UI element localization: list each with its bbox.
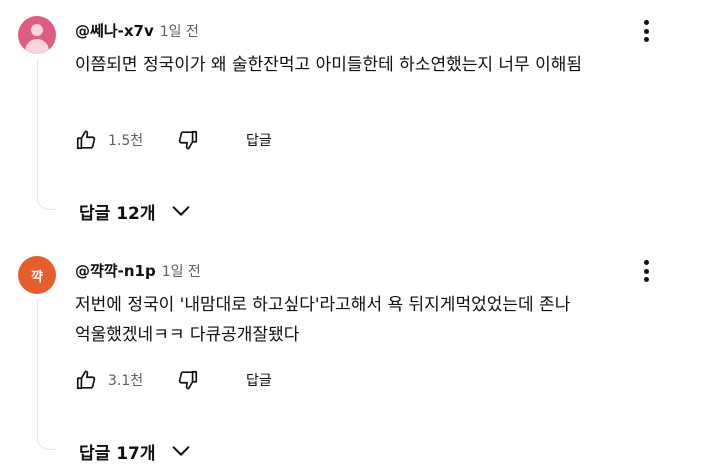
more-vert-icon[interactable] xyxy=(636,17,656,45)
thumbs-down-icon[interactable] xyxy=(174,366,202,394)
reply-button[interactable]: 답글 xyxy=(246,370,272,390)
comment-actions: 1.5천 답글 xyxy=(72,124,272,156)
avatar-person-head xyxy=(31,24,43,36)
thread-line xyxy=(37,58,57,210)
comment-text: 저번에 정국이 '내맘대로 하고싶다'라고해서 욕 뒤지게먹었었는데 존나 억울… xyxy=(75,295,571,345)
more-vert-icon[interactable] xyxy=(636,257,656,285)
thumbs-down-icon[interactable] xyxy=(174,126,202,154)
replies-count-label: 답글 12개 xyxy=(79,203,156,224)
avatar-person-body xyxy=(25,39,49,54)
reply-button[interactable]: 답글 xyxy=(246,130,272,150)
like-count: 3.1천 xyxy=(108,373,144,389)
replies-count-label: 답글 17개 xyxy=(79,443,156,464)
comment-header: @꺅꺅-n1p 1일 전 xyxy=(75,260,201,282)
thumbs-up-icon[interactable] xyxy=(72,126,100,154)
avatar[interactable]: 꺅 xyxy=(18,256,56,294)
avatar-initial: 꺅 xyxy=(31,269,43,285)
comment-time[interactable]: 1일 전 xyxy=(162,261,201,281)
comment: 꺅 @꺅꺅-n1p 1일 전 저번에 정국이 '내맘대로 하고싶다'라고해서 욕… xyxy=(0,240,715,476)
author-handle[interactable]: @쎄나-x7v xyxy=(75,20,154,41)
comment-time[interactable]: 1일 전 xyxy=(160,21,199,41)
avatar[interactable] xyxy=(18,16,56,54)
comment-text: 이쯤되면 정국이가 왜 술한잔먹고 아미들한테 하소연했는지 너무 이해됨 xyxy=(75,55,583,75)
thumbs-up-icon[interactable] xyxy=(72,366,100,394)
comment-actions: 3.1천 답글 xyxy=(72,364,272,396)
author-handle[interactable]: @꺅꺅-n1p xyxy=(75,260,156,281)
thread-line xyxy=(37,298,57,450)
like-count: 1.5천 xyxy=(108,133,144,149)
chevron-down-icon xyxy=(168,198,194,224)
view-replies-button[interactable]: 답글 12개 xyxy=(79,196,194,226)
chevron-down-icon xyxy=(168,438,194,464)
comment-header: @쎄나-x7v 1일 전 xyxy=(75,20,199,42)
comment: @쎄나-x7v 1일 전 이쯤되면 정국이가 왜 술한잔먹고 아미들한테 하소연… xyxy=(0,0,715,240)
view-replies-button[interactable]: 답글 17개 xyxy=(79,436,194,466)
